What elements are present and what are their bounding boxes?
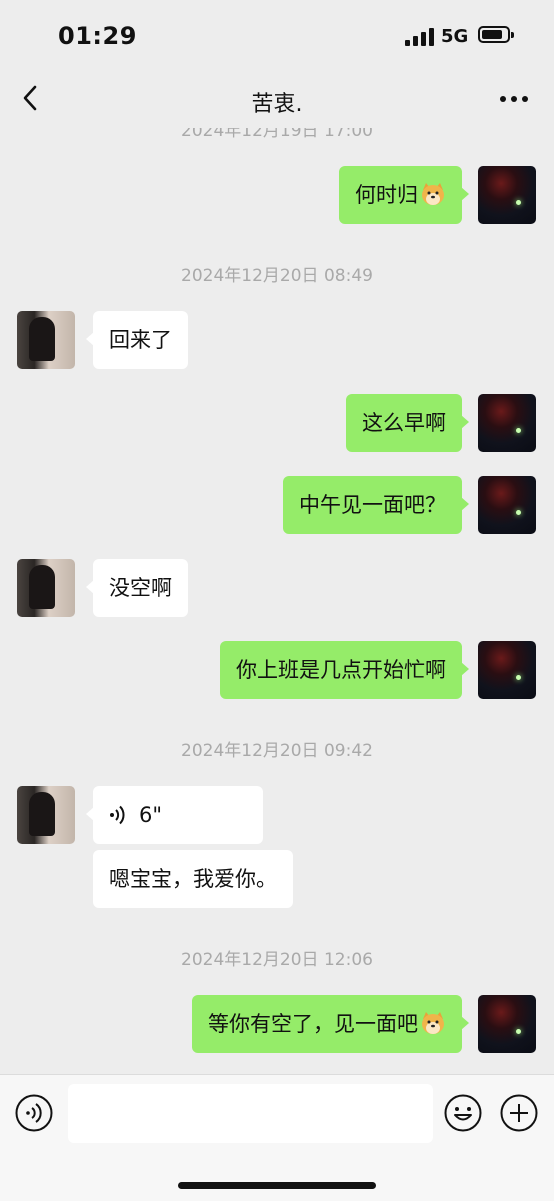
message-bubble-incoming[interactable]: 回来了 [86,311,188,369]
message-text: 何时归 [355,183,418,207]
chat-area[interactable]: 2024年12月19日 17:00 何时归 2024年12月20日 08:49 … [0,128,554,1074]
my-avatar[interactable] [478,476,536,534]
status-bar: 01:29 5G [0,0,554,72]
message-text: 这么早啊 [362,411,446,435]
contact-avatar[interactable] [17,786,75,844]
battery-icon [478,26,514,43]
my-avatar[interactable] [478,641,536,699]
more-icon[interactable] [500,96,528,104]
plus-icon[interactable] [500,1094,538,1132]
chat-title: 苦衷. [251,92,303,117]
message-text: 嗯宝宝，我爱你。 [109,867,277,891]
input-bar [0,1074,554,1201]
my-avatar[interactable] [478,995,536,1053]
timestamp: 2024年12月20日 08:49 [181,266,373,286]
status-time: 01:29 [58,22,137,50]
message-text: 中午见一面吧？ [299,493,446,517]
message-text: 回来了 [109,328,172,352]
message-text: 等你有空了，见一面吧 [208,1012,418,1036]
message-text: 没空啊 [109,576,172,600]
my-avatar[interactable] [478,166,536,224]
message-bubble-outgoing[interactable]: 何时归 [339,166,469,224]
doge-emoji [422,183,444,205]
contact-avatar[interactable] [17,559,75,617]
signal-icon [405,28,435,46]
timestamp: 2024年12月20日 09:42 [181,741,373,761]
voice-wave-icon [110,805,125,824]
message-bubble-outgoing[interactable]: 你上班是几点开始忙啊 [220,641,469,699]
network-type: 5G [441,26,469,47]
contact-avatar[interactable] [17,311,75,369]
message-bubble-incoming[interactable]: 没空啊 [86,559,188,617]
voice-duration: 6" [139,803,163,827]
timestamp: 2024年12月20日 12:06 [181,950,373,970]
message-bubble-incoming[interactable]: 嗯宝宝，我爱你。 [93,850,293,908]
message-bubble-outgoing[interactable]: 等你有空了，见一面吧 [192,995,469,1053]
timestamp: 2024年12月19日 17:00 [181,128,373,141]
nav-bar: 苦衷. [0,72,554,128]
message-bubble-outgoing[interactable]: 这么早啊 [346,394,469,452]
voice-message-bubble[interactable]: 6" [86,786,263,844]
message-bubble-outgoing[interactable]: 中午见一面吧？ [283,476,469,534]
message-input[interactable] [68,1084,433,1143]
voice-input-icon[interactable] [15,1094,53,1132]
message-text: 你上班是几点开始忙啊 [236,658,446,682]
doge-emoji [422,1012,444,1034]
home-indicator [178,1182,376,1189]
emoji-icon[interactable] [444,1094,482,1132]
my-avatar[interactable] [478,394,536,452]
